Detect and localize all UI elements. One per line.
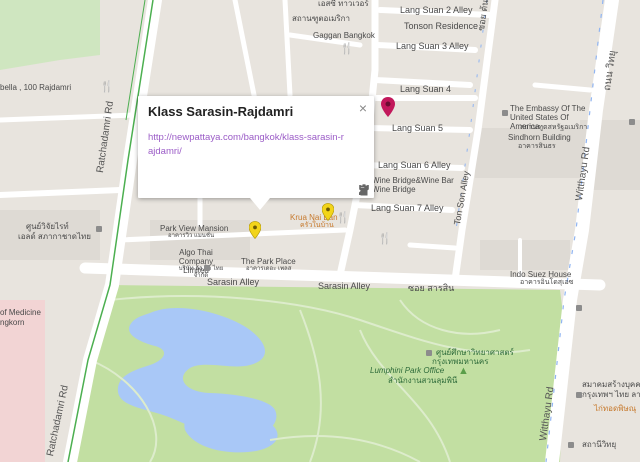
- label-wine-bridge: Wine Bridge&Wine Bar Wine Bridge: [372, 176, 454, 195]
- restaurant-icon: 🍴: [336, 212, 350, 224]
- label-lumphini-office: Lumphini Park Office: [370, 366, 445, 375]
- restaurant-icon: 🍴: [340, 43, 354, 55]
- poi-marker[interactable]: [502, 110, 508, 116]
- map-canvas[interactable]: เอสซี ทาวเวอร์ Lang Suan 2 Alley Tonson …: [0, 0, 640, 462]
- poi-marker[interactable]: [629, 119, 635, 125]
- label-park-view-thai: อาคารวิว แมนชั่น: [168, 233, 215, 239]
- label-sindhorn-thai: อาคารสินธร: [518, 143, 556, 150]
- label-br-thai-3: ไก่ทอดพิษณุ: [594, 404, 637, 413]
- yellow-place-pin[interactable]: [249, 221, 261, 239]
- label-tonson-residence: Tonson Residence: [404, 21, 479, 31]
- label-science-thai-1: ศูนย์ศึกษาวิทยาศาสตร์: [436, 348, 514, 357]
- label-lang-suan-3: Lang Suan 3 Alley: [396, 41, 469, 51]
- road-sarasin-2: Sarasin Alley: [318, 281, 371, 291]
- label-br-thai-4: สถานีวิทยุ: [582, 440, 617, 449]
- label-krua-thai: ครัวในบ้าน: [300, 222, 334, 229]
- yellow-place-pin[interactable]: [322, 203, 334, 221]
- label-embassy-thai: สถานฑูตสหรัฐอเมริกา: [520, 124, 588, 131]
- label-lang-suan-5: Lang Suan 5: [392, 123, 444, 133]
- poi-marker[interactable]: [204, 265, 210, 271]
- selected-place-pin[interactable]: [381, 97, 395, 117]
- info-popup: Klass Sarasin-Rajdamri × http://newpatta…: [138, 96, 374, 210]
- label-lumphini-thai: สำนักงานสวนลุมพินี: [388, 376, 458, 385]
- label-lang-suan-2: Lang Suan 2 Alley: [400, 5, 473, 15]
- label-br-thai-1: สมาคมสร้างบุคคล: [582, 380, 640, 389]
- label-lang-suan-7: Lang Suan 7 Alley: [371, 203, 444, 213]
- label-medicine-1: of Medicine: [0, 308, 41, 317]
- delete-icon[interactable]: [358, 184, 370, 196]
- poi-marker[interactable]: [568, 442, 574, 448]
- close-icon[interactable]: ×: [359, 100, 367, 116]
- label-top-thai: เอสซี ทาวเวอร์: [318, 0, 369, 8]
- label-indo-suez: Indo Suez House: [510, 270, 572, 279]
- label-left-thai-1: ศูนย์วิจัยไรท์: [26, 222, 69, 231]
- poi-marker[interactable]: [576, 305, 582, 311]
- label-indo-suez-thai: อาคารอินโดสุเอซ: [520, 279, 574, 286]
- popup-title: Klass Sarasin-Rajdamri: [148, 104, 294, 119]
- poi-marker[interactable]: [576, 392, 582, 398]
- poi-marker[interactable]: [426, 350, 432, 356]
- road-sarasin-thai: ซอย สารสิน: [408, 283, 455, 293]
- road-sarasin-1: Sarasin Alley: [207, 277, 260, 287]
- label-park-place: The Park Place: [241, 257, 296, 266]
- label-br-thai-2: กรุงเทพฯ ไทย ลาว: [582, 390, 640, 399]
- label-park-view: Park View Mansion: [160, 224, 229, 233]
- label-left-thai-2: เอลด์ สภากาชาดไทย: [18, 232, 91, 241]
- label-tonson-thai: สถานฑูตอเมริกา: [292, 14, 350, 23]
- label-gaggan: Gaggan Bangkok: [313, 31, 375, 40]
- label-lang-suan-6: Lang Suan 6 Alley: [378, 160, 451, 170]
- park-tree-icon: ▲: [458, 365, 469, 377]
- restaurant-icon: 🍴: [100, 81, 114, 93]
- popup-link[interactable]: http://newpattaya.com/bangkok/klass-sara…: [148, 131, 348, 159]
- label-medicine-2: ngkorn: [0, 318, 25, 327]
- label-rajdamri: bella , 100 Rajdamri: [0, 83, 72, 92]
- poi-marker[interactable]: [96, 226, 102, 232]
- restaurant-icon: 🍴: [378, 233, 392, 245]
- label-sindhorn: Sindhorn Building: [508, 133, 571, 142]
- label-lang-suan-4: Lang Suan 4: [400, 84, 452, 94]
- label-park-place-thai: อาคารเดอะ เพลส: [246, 266, 292, 272]
